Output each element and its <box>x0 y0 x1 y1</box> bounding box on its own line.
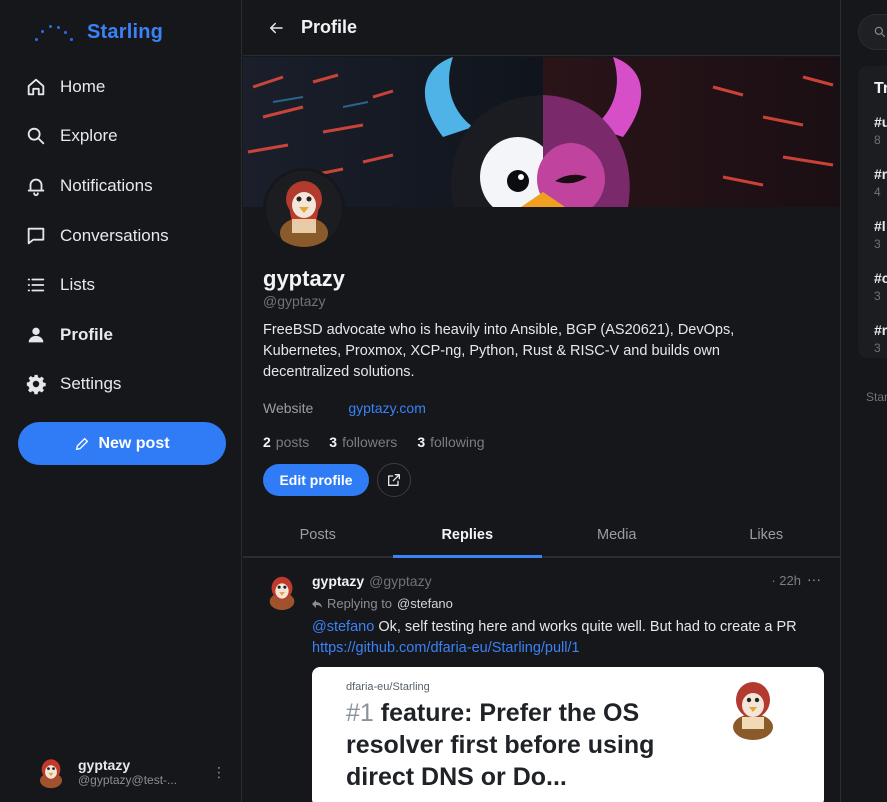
new-post-label: New post <box>98 434 170 452</box>
reply-prefix: Replying to <box>327 596 393 611</box>
search-input[interactable] <box>858 14 887 50</box>
bell-icon <box>24 174 48 198</box>
home-icon <box>24 75 48 99</box>
post-menu-button[interactable]: ··· <box>807 571 821 587</box>
new-post-button[interactable]: New post <box>18 422 226 465</box>
profile-avatar[interactable] <box>263 168 345 250</box>
trend-item[interactable]: #l 3 <box>874 218 886 251</box>
tab-posts[interactable]: Posts <box>243 513 393 556</box>
post-item[interactable]: gyptazy @gyptazy · 22h ··· Replying to @… <box>243 560 840 802</box>
kebab-menu-icon[interactable]: ⋮ <box>212 764 226 781</box>
nav-label-explore: Explore <box>60 126 118 146</box>
trend-item[interactable]: #u 8 <box>874 114 887 147</box>
list-icon <box>24 273 48 297</box>
right-sidebar: Tr #u 8 #r 4 #l 3 #c 3 #r 3 Star <box>842 0 887 802</box>
tab-likes[interactable]: Likes <box>692 513 841 556</box>
post-mention[interactable]: @stefano <box>312 619 374 635</box>
nav-label-lists: Lists <box>60 275 95 295</box>
post-timestamp[interactable]: · 22h <box>771 573 801 588</box>
post-body: @stefano Ok, self testing here and works… <box>312 617 832 659</box>
card-repo: dfaria-eu/Starling <box>346 681 430 693</box>
post-text: Ok, self testing here and works quite we… <box>374 619 797 635</box>
nav-item-conversations[interactable]: Conversations <box>24 211 224 261</box>
nav-item-settings[interactable]: Settings <box>24 360 224 410</box>
reply-context: Replying to @stefano <box>312 596 453 611</box>
post-avatar[interactable] <box>263 572 301 610</box>
nav-item-lists[interactable]: Lists <box>24 260 224 310</box>
page-header: Profile <box>243 0 840 56</box>
edit-profile-button[interactable]: Edit profile <box>263 464 369 496</box>
tab-replies[interactable]: Replies <box>392 513 543 558</box>
nav-label-home: Home <box>60 76 106 96</box>
open-external-button[interactable] <box>377 463 411 497</box>
chat-icon <box>24 224 48 248</box>
person-icon <box>24 323 48 347</box>
trend-item[interactable]: #r 3 <box>874 322 887 355</box>
card-image <box>733 682 773 740</box>
profile-stats: 2 posts 3 followers 3 following <box>263 434 485 450</box>
profile-column: Profile gyptazy @gyptazy FreeBSD advocat… <box>243 0 841 802</box>
page-title: Profile <box>301 17 358 37</box>
card-title: #1 feature: Prefer the OS resolver first… <box>346 699 655 791</box>
avatar-image <box>266 171 342 247</box>
nav-label-conversations: Conversations <box>60 225 169 245</box>
external-link-icon <box>388 474 400 486</box>
profile-field-website: Website gyptazy.com <box>263 400 426 416</box>
nav-item-home[interactable]: Home <box>24 62 224 112</box>
back-arrow-icon[interactable] <box>267 19 285 37</box>
account-name: gyptazy <box>78 757 131 773</box>
profile-tabs: Posts Replies Media Likes <box>243 513 841 558</box>
profile-handle: @gyptazy <box>263 293 326 309</box>
followers-stat[interactable]: 3 followers <box>329 434 397 450</box>
main-nav: Home Explore Notifications Conversations… <box>24 62 224 409</box>
nav-item-notifications[interactable]: Notifications <box>24 161 224 211</box>
gear-icon <box>24 372 48 396</box>
tab-media[interactable]: Media <box>542 513 692 556</box>
trend-item[interactable]: #c 3 <box>874 270 887 303</box>
nav-label-settings: Settings <box>60 374 122 394</box>
nav-item-profile[interactable]: Profile <box>24 310 224 360</box>
post-header: gyptazy @gyptazy <box>312 573 432 589</box>
post-link[interactable]: https://github.com/dfaria-eu/Starling/pu… <box>312 640 580 656</box>
search-icon <box>874 26 886 38</box>
profile-bio: FreeBSD advocate who is heavily into Ans… <box>263 322 735 380</box>
starling-logo-icon <box>33 18 75 46</box>
brand-name: Starling <box>87 20 164 43</box>
profile-display-name: gyptazy <box>263 266 345 291</box>
trending-title: Tr <box>874 80 887 97</box>
following-stat[interactable]: 3 following <box>417 434 484 450</box>
nav-label-notifications: Notifications <box>60 175 153 195</box>
post-author[interactable]: gyptazy <box>312 573 364 589</box>
avatar <box>39 759 63 789</box>
search-icon <box>24 124 48 148</box>
nav-item-explore[interactable]: Explore <box>24 112 224 162</box>
trending-panel: Tr #u 8 #r 4 #l 3 #c 3 #r 3 <box>858 66 887 358</box>
posts-stat[interactable]: 2 posts <box>263 434 309 450</box>
field-label: Website <box>263 400 314 416</box>
website-link[interactable]: gyptazy.com <box>348 400 426 416</box>
reply-to-user[interactable]: @stefano <box>397 596 453 611</box>
pencil-icon <box>76 437 89 450</box>
reply-arrow-icon <box>312 599 322 608</box>
brand-logo[interactable]: Starling <box>33 18 163 46</box>
account-handle: @gyptazy@test-... <box>78 773 178 787</box>
link-preview-card[interactable]: dfaria-eu/Starling #1 feature: Prefer th… <box>312 667 824 802</box>
nav-label-profile: Profile <box>60 324 113 344</box>
trend-item[interactable]: #r 4 <box>874 166 887 199</box>
sidebar: Starling Home Explore Notifications Conv… <box>0 0 242 802</box>
post-handle: @gyptazy <box>369 573 432 589</box>
footer-text: Star <box>866 390 887 404</box>
account-switcher[interactable]: gyptazy @gyptazy@test-... ⋮ <box>34 752 226 792</box>
